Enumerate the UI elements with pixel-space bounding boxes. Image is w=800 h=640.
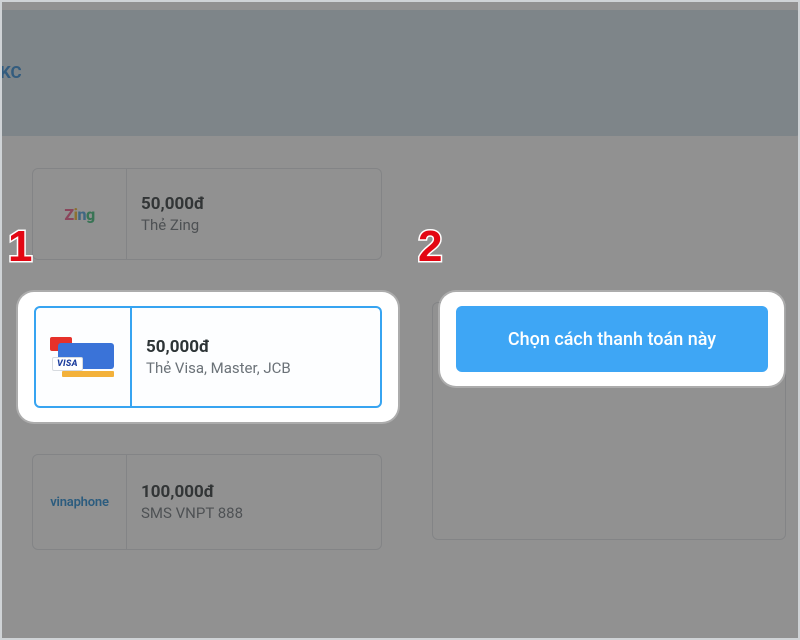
visa-card-icon: VISA (36, 308, 132, 406)
choose-payment-button[interactable]: Chọn cách thanh toán này (456, 306, 768, 372)
visa-label: Thẻ Visa, Master, JCB (146, 359, 291, 377)
vinaphone-logo: vinaphone (33, 455, 127, 549)
header-code: KC (0, 63, 22, 83)
payment-option-zing[interactable]: Zing 50,000đ Thẻ Zing (32, 168, 382, 260)
zing-price: 50,000đ (141, 194, 205, 214)
zing-label: Thẻ Zing (141, 216, 205, 234)
step-number-2: 2 (418, 222, 442, 272)
zing-logo: Zing (33, 169, 127, 259)
step-number-1: 1 (8, 222, 32, 272)
visa-price: 50,000đ (146, 337, 291, 357)
payment-option-visa[interactable]: VISA 50,000đ Thẻ Visa, Master, JCB (34, 306, 382, 408)
vnpt-label: SMS VNPT 888 (141, 504, 243, 522)
highlight-payment-option: VISA 50,000đ Thẻ Visa, Master, JCB (18, 292, 398, 422)
payment-option-vnpt[interactable]: vinaphone 100,000đ SMS VNPT 888 (32, 454, 382, 550)
highlight-choose-button: Chọn cách thanh toán này (440, 292, 784, 386)
vnpt-price: 100,000đ (141, 482, 243, 502)
header-band: KC (0, 10, 800, 136)
